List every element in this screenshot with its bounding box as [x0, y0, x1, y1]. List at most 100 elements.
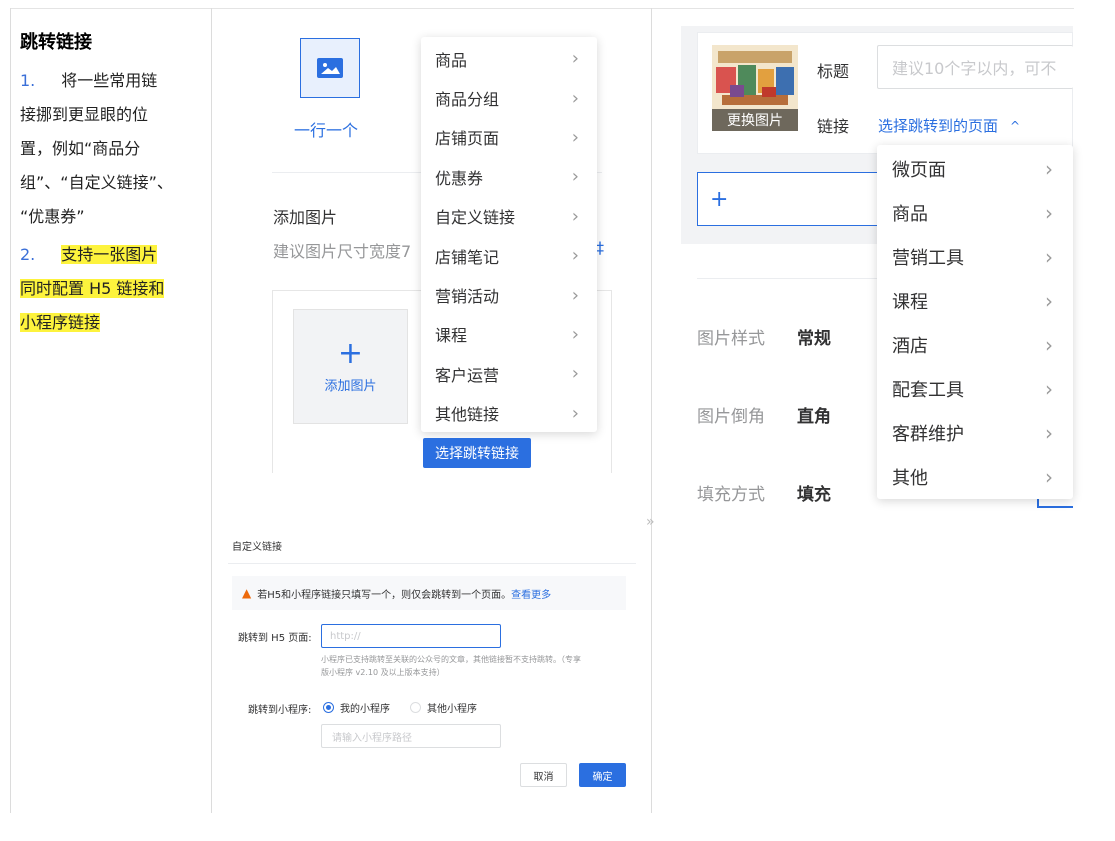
add-item-button[interactable]: +: [697, 172, 897, 226]
page-type-menu-item[interactable]: 商品 ›: [877, 191, 1073, 235]
link-type-menu-item[interactable]: 优惠券 ›: [421, 157, 597, 196]
style-value: 常规: [797, 329, 831, 349]
select-link-button[interactable]: 选择跳转链接: [423, 438, 531, 468]
chevron-right-icon: ›: [1045, 201, 1053, 225]
link-select-trigger[interactable]: 选择跳转到的页面 ^: [878, 115, 1020, 136]
warning-banner: ▲ 若H5和小程序链接只填写一个，则仅会跳转到一个页面。 查看更多: [232, 576, 626, 610]
link-type-menu-item[interactable]: 客户运营 ›: [421, 354, 597, 393]
doc-item-1-line: 将一些常用链: [61, 71, 158, 90]
image-thumbnail[interactable]: 更换图片: [712, 45, 798, 131]
chevron-right-icon: ›: [571, 284, 579, 306]
link-type-menu-item[interactable]: 店铺页面 ›: [421, 118, 597, 157]
radio-checked-icon: [323, 702, 334, 713]
radio-unchecked-icon: [410, 702, 421, 713]
warning-text: 若H5和小程序链接只填写一个，则仅会跳转到一个页面。: [257, 589, 512, 601]
link-type-menu-item-label: 优惠券: [435, 168, 484, 188]
warning-more-link[interactable]: 查看更多: [511, 586, 551, 601]
plus-icon: +: [710, 186, 729, 212]
doc-item-1-line: 置，例如“商品分: [20, 139, 141, 158]
radio-my-miniprogram-label: 我的小程序: [340, 704, 390, 715]
doc-item-2-line: 小程序链接: [20, 313, 101, 332]
page-type-menu: 微页面 › 商品 › 营销工具 › 课程 › 酒店 › 配套工具 › 客群维护 › 其他 ›: [877, 145, 1073, 499]
h5-url-input[interactable]: http://: [321, 624, 501, 648]
link-type-menu-item[interactable]: 课程 ›: [421, 315, 597, 354]
layout-option-card[interactable]: [300, 38, 360, 98]
chevron-right-icon: ›: [1045, 333, 1053, 357]
page-type-menu-item[interactable]: 客群维护 ›: [877, 411, 1073, 455]
add-image-title: 添加图片: [273, 208, 338, 227]
miniprogram-path-placeholder: 请输入小程序路径: [332, 732, 412, 744]
chevron-right-icon: ›: [1045, 289, 1053, 313]
doc-item-2: 2. 支持一张图片 同时配置 H5 链接和 小程序链接: [20, 238, 210, 340]
link-select-text: 选择跳转到的页面: [878, 117, 999, 135]
hint-overflow-fragment: ‡: [596, 238, 604, 257]
page-type-menu-item-label: 酒店: [892, 336, 928, 357]
page-type-menu-item[interactable]: 课程 ›: [877, 279, 1073, 323]
title-input[interactable]: 建议10个字以内，可不: [877, 45, 1073, 89]
link-type-menu-item[interactable]: 店铺笔记 ›: [421, 236, 597, 275]
link-type-menu-item[interactable]: 自定义链接 ›: [421, 197, 597, 236]
page-type-menu-item-label: 商品: [892, 204, 928, 225]
chevron-right-icon: ›: [1045, 377, 1053, 401]
miniprogram-path-input[interactable]: 请输入小程序路径: [321, 724, 501, 748]
h5-help-line: 版小程序 v2.10 及以上版本支持）: [321, 668, 445, 677]
page-type-menu-item[interactable]: 微页面 ›: [877, 147, 1073, 191]
link-type-menu-item-label: 商品: [435, 50, 468, 70]
column-divider-1: [211, 8, 212, 813]
chevron-right-icon: ›: [571, 48, 579, 70]
page-type-menu-item-label: 其他: [892, 468, 928, 489]
page-type-menu-item[interactable]: 配套工具 ›: [877, 367, 1073, 411]
doc-item-1-line: 组”、“自定义链接”、: [20, 173, 173, 192]
page-type-menu-item[interactable]: 营销工具 ›: [877, 235, 1073, 279]
page-type-menu-item-label: 配套工具: [892, 380, 964, 401]
chevron-right-icon: ›: [571, 402, 579, 424]
chevron-right-icon: ›: [571, 166, 579, 188]
chevron-right-icon: ›: [571, 363, 579, 385]
radio-my-miniprogram[interactable]: 我的小程序: [323, 700, 390, 715]
link-type-menu-item[interactable]: 其他链接 ›: [421, 394, 597, 433]
link-type-menu-item-label: 店铺笔记: [435, 247, 500, 267]
page-type-menu-item[interactable]: 其他 ›: [877, 455, 1073, 499]
dialog-title: 自定义链接: [232, 542, 282, 553]
top-border: [10, 8, 1074, 9]
link-type-menu-item-label: 营销活动: [435, 287, 500, 307]
h5-help: 小程序已支持跳转至关联的公众号的文章，其他链接暂不支持跳转。（专享 版小程序 v…: [321, 653, 621, 679]
page-type-menu-item-label: 营销工具: [892, 248, 964, 269]
doc-item-1-number: 1.: [20, 71, 36, 90]
radio-other-miniprogram-label: 其他小程序: [427, 704, 477, 715]
thumbnail-change-label[interactable]: 更换图片: [712, 109, 798, 131]
doc-title: 跳转链接: [20, 32, 92, 53]
doc-item-2-number: 2.: [20, 245, 36, 264]
fill-label: 填充方式: [697, 485, 765, 505]
chevron-right-icon: ›: [571, 323, 579, 345]
chevron-right-icon: ›: [1045, 157, 1053, 181]
left-border: [10, 8, 11, 813]
caret-up-icon: ^: [1010, 118, 1021, 133]
link-type-menu-item[interactable]: 营销活动 ›: [421, 275, 597, 314]
chevron-right-icon: ›: [571, 245, 579, 267]
page-type-menu-item-label: 客群维护: [892, 424, 964, 445]
layout-option-label: 一行一个: [294, 121, 359, 140]
confirm-button[interactable]: 确定: [579, 763, 626, 787]
link-type-menu-item-label: 店铺页面: [435, 129, 500, 149]
cancel-button[interactable]: 取消: [520, 763, 567, 787]
link-type-menu-item-label: 自定义链接: [435, 208, 516, 228]
chevron-right-icon: ›: [571, 126, 579, 148]
title-label: 标题: [817, 62, 850, 81]
radio-other-miniprogram[interactable]: 其他小程序: [410, 700, 477, 715]
fill-value: 填充: [797, 485, 831, 505]
page-type-menu-item[interactable]: 酒店 ›: [877, 323, 1073, 367]
link-type-menu-item[interactable]: 商品分组 ›: [421, 78, 597, 117]
add-image-box[interactable]: + 添加图片: [293, 309, 408, 424]
link-type-menu-item[interactable]: 商品 ›: [421, 39, 597, 78]
plus-icon: +: [337, 336, 364, 371]
panel-separator-glyph: »: [646, 514, 655, 530]
add-image-box-label: 添加图片: [324, 379, 377, 394]
link-type-menu-item-label: 其他链接: [435, 405, 500, 425]
link-type-menu-item-label: 商品分组: [435, 90, 500, 110]
page-type-menu-item-label: 课程: [892, 292, 928, 313]
add-image-hint: 建议图片尺寸宽度7: [273, 242, 412, 261]
corner-value: 直角: [797, 407, 831, 427]
link-type-menu-item-label: 课程: [435, 326, 468, 346]
chevron-right-icon: ›: [1045, 465, 1053, 489]
